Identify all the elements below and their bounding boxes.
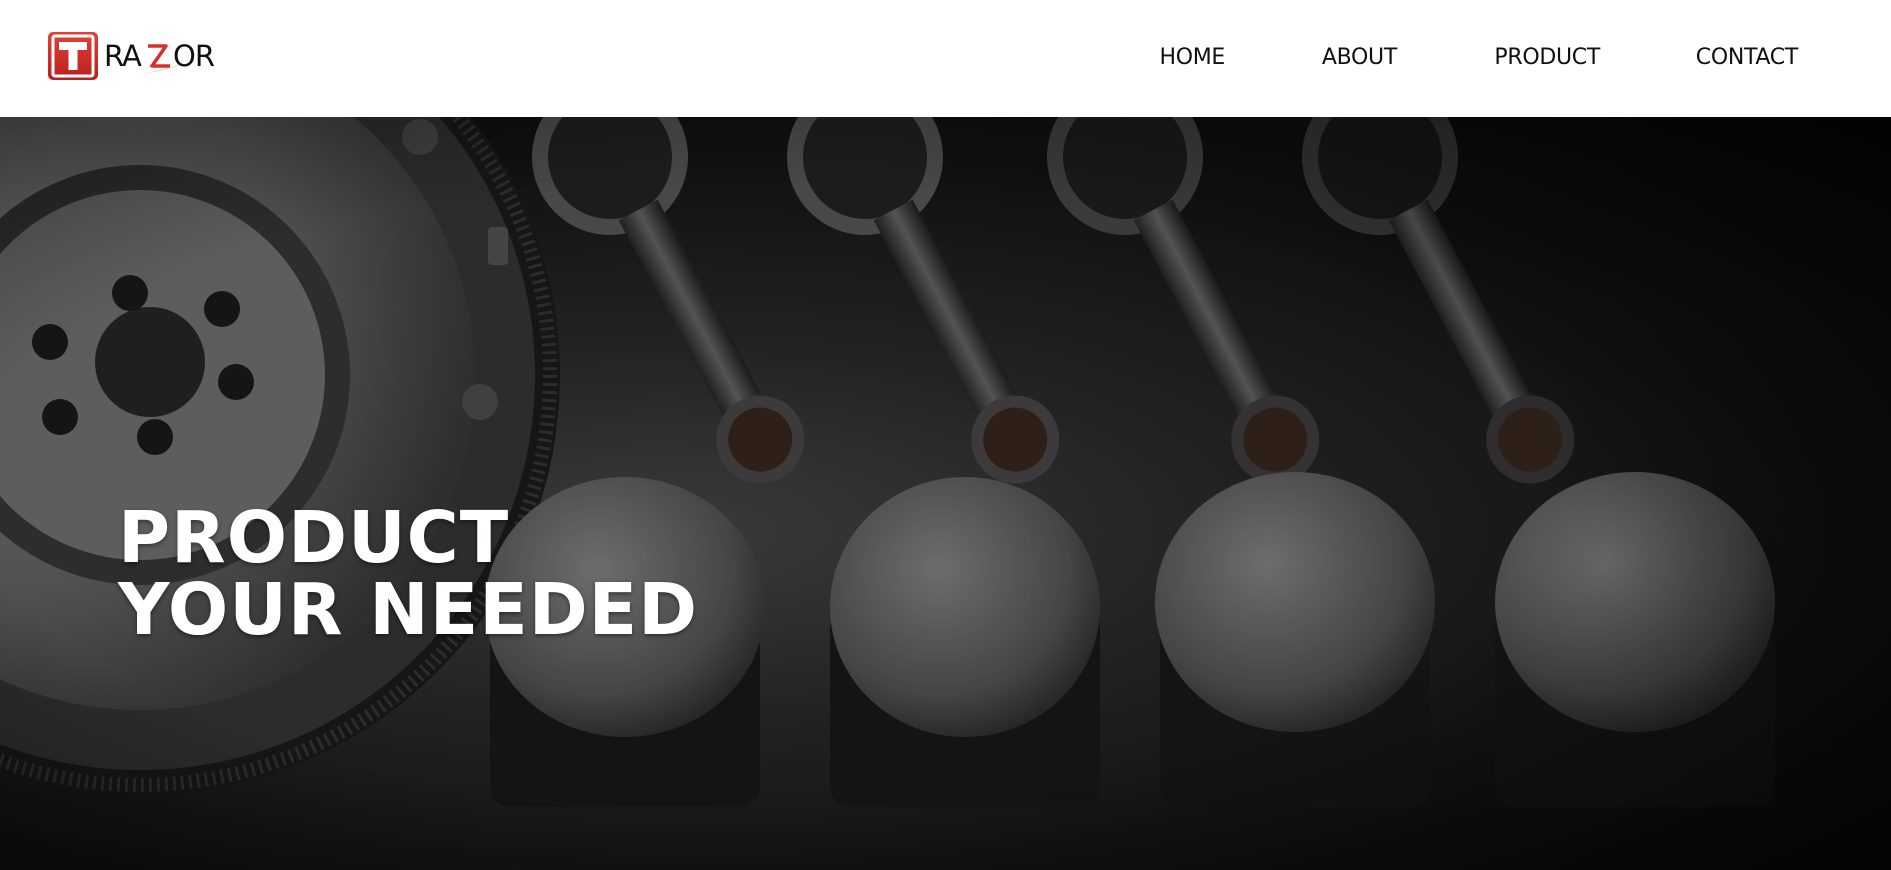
logo-wordmark-graphic: RA OR	[104, 39, 216, 74]
logo-mark-icon	[48, 32, 98, 80]
svg-text:OR: OR	[173, 39, 215, 73]
hero-title: PRODUCT YOUR NEEDED	[118, 502, 698, 646]
nav-product[interactable]: PRODUCT	[1494, 44, 1600, 72]
site-header: RA OR HOME ABOUT PRODUCT CONTACT	[0, 0, 1891, 117]
hero-engine-parts-image	[0, 117, 1891, 870]
hero-banner: PRODUCT YOUR NEEDED	[0, 117, 1891, 870]
logo-wordmark: RA OR	[104, 32, 224, 80]
nav-about[interactable]: ABOUT	[1322, 44, 1397, 72]
hero-title-line2: YOUR NEEDED	[118, 568, 699, 651]
nav-home[interactable]: HOME	[1159, 44, 1225, 72]
svg-text:RA: RA	[104, 39, 142, 73]
logo-link[interactable]: RA OR	[48, 31, 233, 81]
nav-contact[interactable]: CONTACT	[1696, 44, 1799, 72]
hero-title-line1: PRODUCT	[118, 496, 510, 579]
